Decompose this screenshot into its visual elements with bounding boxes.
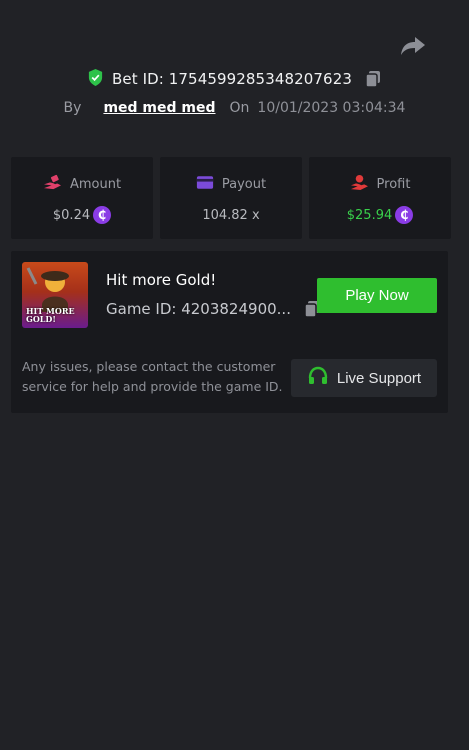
bet-id-row: Bet ID: 1754599285348207623 bbox=[0, 68, 469, 90]
live-support-label: Live Support bbox=[336, 369, 422, 387]
share-icon[interactable] bbox=[400, 35, 426, 57]
headset-icon bbox=[307, 366, 329, 390]
coin-icon: ₵ bbox=[395, 206, 414, 224]
amount-value: $0.24 bbox=[52, 207, 91, 223]
stats-row: Amount $0.24 ₵ Payout 104.82 x Profit $2… bbox=[11, 157, 451, 239]
profit-icon bbox=[350, 174, 369, 195]
copy-bet-id-icon[interactable] bbox=[364, 70, 382, 88]
play-now-button[interactable]: Play Now bbox=[317, 278, 437, 313]
game-thumbnail-text: HIT MORE GOLD! bbox=[26, 306, 75, 324]
game-id-text: Game ID: 4203824900... bbox=[106, 300, 291, 318]
bet-id-text: Bet ID: 1754599285348207623 bbox=[112, 70, 352, 88]
game-id-row: Game ID: 4203824900... bbox=[106, 300, 321, 318]
verified-shield-icon bbox=[87, 68, 104, 91]
game-title: Hit more Gold! bbox=[106, 271, 217, 289]
stat-amount: Amount $0.24 ₵ bbox=[11, 157, 153, 239]
bet-meta-row: By med med med On 10/01/2023 03:04:34 bbox=[0, 97, 469, 119]
payout-label: Payout bbox=[221, 176, 267, 192]
support-help-text: Any issues, please contact the customer … bbox=[22, 359, 283, 394]
payout-card-icon bbox=[196, 175, 214, 194]
amount-icon bbox=[43, 174, 62, 195]
by-label: By bbox=[63, 100, 82, 116]
username-link[interactable]: med med med bbox=[103, 100, 215, 116]
amount-label: Amount bbox=[69, 176, 122, 192]
profit-label: Profit bbox=[376, 176, 411, 192]
stat-payout: Payout 104.82 x bbox=[160, 157, 302, 239]
profit-value: $25.94 bbox=[346, 207, 393, 223]
on-label: On bbox=[229, 100, 250, 116]
live-support-button[interactable]: Live Support bbox=[291, 359, 437, 397]
stat-profit: Profit $25.94 ₵ bbox=[309, 157, 451, 239]
game-thumbnail[interactable]: HIT MORE GOLD! bbox=[22, 262, 88, 328]
coin-icon: ₵ bbox=[93, 206, 112, 224]
game-card: HIT MORE GOLD! Hit more Gold! Game ID: 4… bbox=[11, 251, 448, 413]
payout-value: 104.82 x bbox=[202, 207, 260, 223]
bet-datetime: 10/01/2023 03:04:34 bbox=[257, 100, 406, 116]
